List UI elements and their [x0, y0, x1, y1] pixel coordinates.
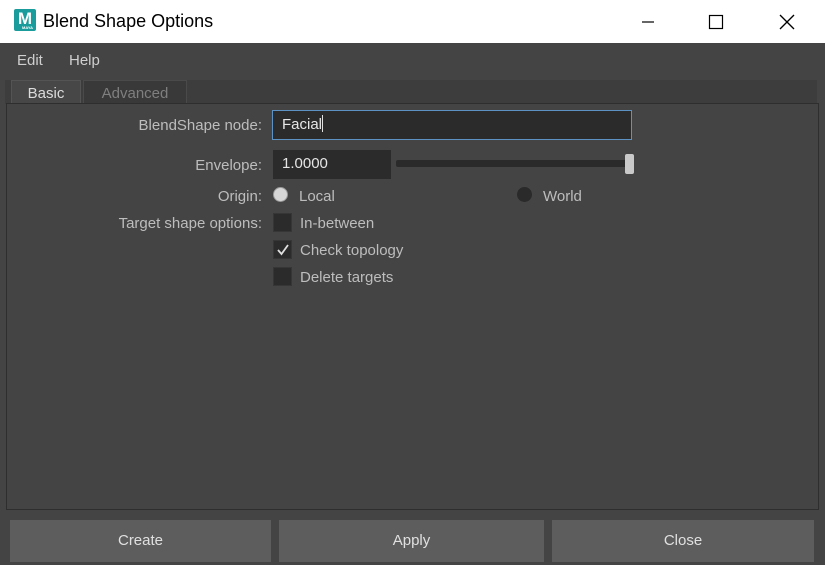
maya-app-icon: M MAYA — [14, 9, 36, 31]
in-between-label: In-between — [300, 215, 375, 232]
blendshape-node-input[interactable]: Facial — [272, 110, 632, 140]
menu-help[interactable]: Help — [69, 52, 100, 69]
envelope-slider-handle[interactable] — [625, 154, 634, 174]
menu-bar: Edit Help — [0, 43, 825, 77]
target-shape-options-label: Target shape options: — [118, 215, 262, 232]
envelope-input[interactable]: 1.0000 — [273, 150, 391, 179]
origin-label: Origin: — [217, 188, 262, 205]
origin-local-radio[interactable] — [273, 187, 288, 202]
app-icon-caption: MAYA — [22, 25, 34, 30]
origin-local-label: Local — [299, 188, 335, 205]
delete-targets-label: Delete targets — [300, 269, 394, 286]
delete-targets-checkbox[interactable] — [273, 267, 292, 286]
origin-world-label: World — [543, 188, 582, 205]
title-bar: M MAYA Blend Shape Options — [0, 0, 825, 43]
close-button[interactable]: Close — [552, 520, 814, 562]
minimize-icon — [642, 20, 654, 23]
close-icon — [779, 14, 795, 29]
envelope-label: Envelope: — [195, 157, 262, 174]
window-title: Blend Shape Options — [43, 11, 214, 31]
tab-strip: Basic Advanced — [5, 80, 817, 105]
envelope-slider-track[interactable] — [396, 160, 634, 167]
blendshape-node-value: Facial — [282, 116, 323, 133]
close-window-button[interactable] — [764, 0, 810, 43]
maximize-icon — [708, 14, 724, 29]
text-caret — [322, 115, 324, 132]
tab-basic[interactable]: Basic — [11, 80, 81, 105]
checkmark-icon — [276, 243, 289, 255]
check-topology-label: Check topology — [300, 242, 404, 259]
maximize-button[interactable] — [693, 0, 739, 43]
in-between-checkbox[interactable] — [273, 213, 292, 232]
create-button[interactable]: Create — [10, 520, 271, 562]
minimize-button[interactable] — [625, 0, 671, 43]
check-topology-checkbox[interactable] — [273, 240, 292, 259]
apply-button[interactable]: Apply — [279, 520, 544, 562]
origin-world-radio[interactable] — [517, 187, 532, 202]
blendshape-node-label: BlendShape node: — [138, 117, 262, 134]
tab-advanced[interactable]: Advanced — [83, 80, 187, 104]
menu-edit[interactable]: Edit — [17, 52, 43, 69]
